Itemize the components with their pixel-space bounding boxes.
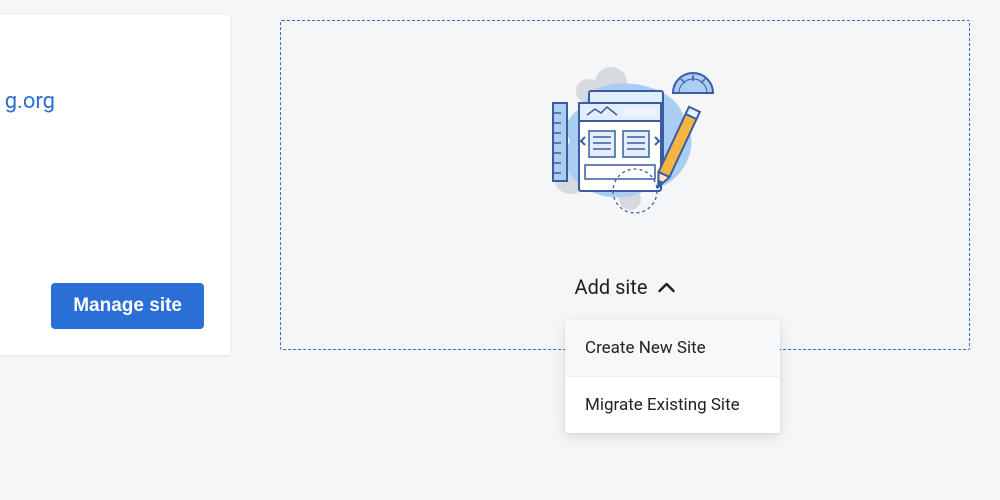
chevron-up-icon	[657, 281, 675, 293]
add-site-illustration-icon	[525, 61, 725, 221]
add-site-label: Add site	[575, 275, 648, 299]
site-domain-text: g.org	[5, 89, 55, 114]
manage-site-button[interactable]: Manage site	[51, 283, 204, 329]
add-site-card: Add site	[280, 20, 970, 350]
site-card: g.org Manage site	[0, 15, 230, 355]
add-site-toggle[interactable]: Add site	[575, 275, 676, 299]
add-site-dropdown: Create New Site Migrate Existing Site	[565, 320, 780, 433]
create-new-site-item[interactable]: Create New Site	[565, 320, 780, 377]
migrate-existing-site-item[interactable]: Migrate Existing Site	[565, 377, 780, 433]
